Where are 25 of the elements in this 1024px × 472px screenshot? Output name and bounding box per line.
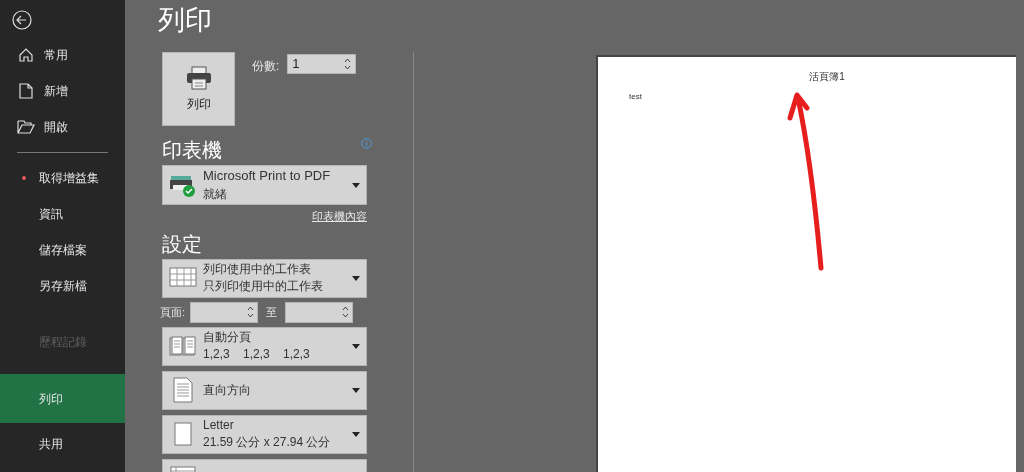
sidebar-item[interactable]: 取得增益集 bbox=[0, 160, 125, 196]
section-heading: 印表機 bbox=[162, 138, 222, 163]
to-label: 至 bbox=[265, 304, 279, 320]
printer-dropdown[interactable]: Microsoft Print to PDF 就緒 bbox=[162, 165, 367, 205]
sidebar-item[interactable]: 另存新檔 bbox=[0, 268, 125, 304]
print-button[interactable]: 列印 bbox=[162, 52, 235, 126]
cell-text: test bbox=[629, 91, 642, 103]
copies-label: 份數: bbox=[252, 58, 280, 75]
sidebar-item[interactable]: 資訊 bbox=[0, 196, 125, 232]
section-heading: 設定 bbox=[162, 231, 203, 257]
pages-label: 頁面: bbox=[160, 304, 186, 320]
printer-properties-link[interactable]: 印表機內容 bbox=[312, 208, 367, 225]
sidebar-item[interactable]: 常用 bbox=[44, 46, 68, 64]
paper-size-dropdown[interactable]: Letter 21.59 公分 x 27.94 公分 bbox=[162, 414, 367, 454]
sidebar-item[interactable]: 列印 bbox=[0, 374, 125, 423]
sidebar-item[interactable]: 新增 bbox=[44, 82, 68, 100]
page-header-text: 活頁簿1 bbox=[809, 70, 845, 84]
collation-dropdown[interactable]: 自動分頁 1,2,3 1,2,3 1,2,3 bbox=[162, 326, 367, 366]
sidebar-item[interactable]: 共用 bbox=[0, 426, 125, 462]
print-what-dropdown[interactable]: 列印使用中的工作表 只列印使用中的工作表 bbox=[162, 258, 367, 298]
page-title: 列印 bbox=[158, 4, 213, 37]
sidebar-item[interactable]: 儲存檔案 bbox=[0, 232, 125, 268]
orientation-dropdown[interactable]: 直向方向 bbox=[162, 370, 367, 410]
copies-field[interactable]: 1 bbox=[287, 54, 357, 74]
sidebar-item[interactable]: 開啟 bbox=[44, 118, 68, 136]
